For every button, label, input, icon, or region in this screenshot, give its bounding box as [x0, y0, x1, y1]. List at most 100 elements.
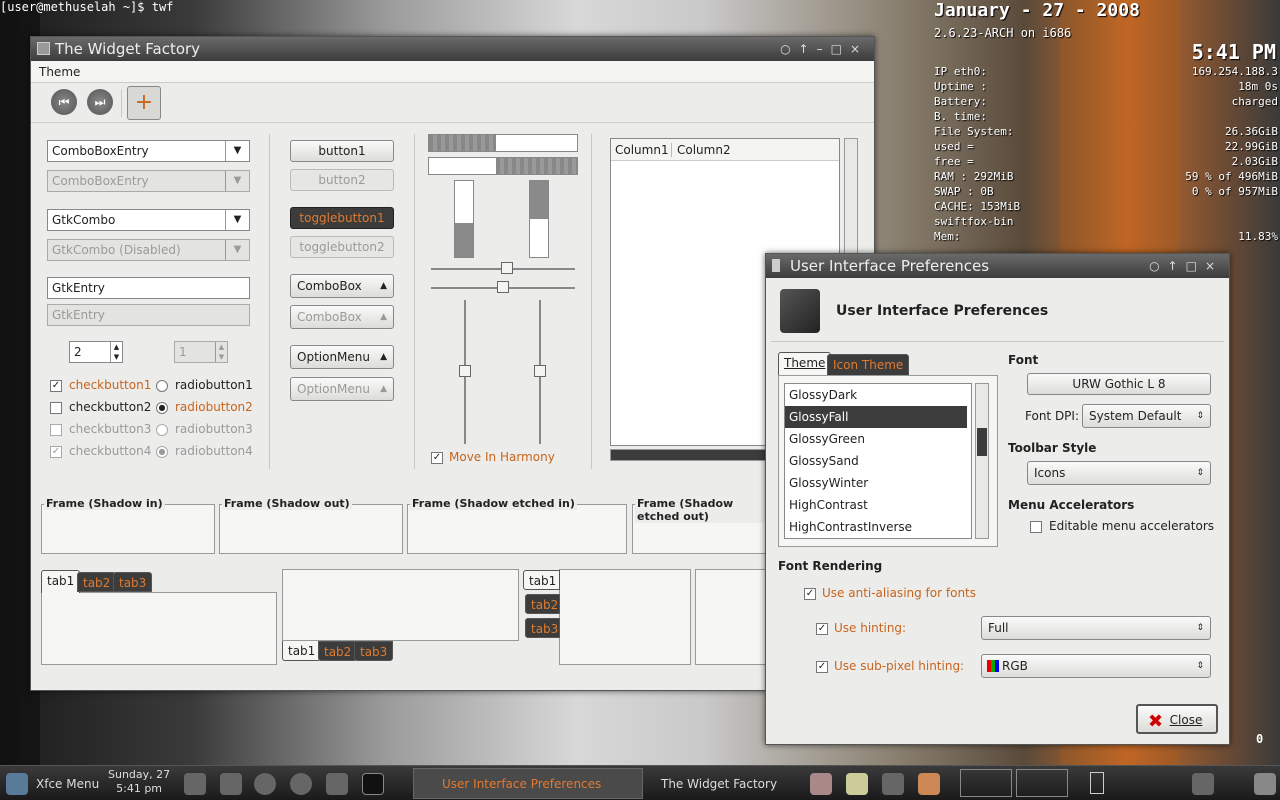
notebook3-tab2[interactable]: tab2 [525, 594, 560, 614]
home-folder-icon[interactable] [220, 773, 242, 795]
accel-checkbox[interactable] [1030, 521, 1042, 533]
updown-icon: ▲ [380, 281, 387, 291]
workspace-1[interactable] [960, 769, 1012, 797]
radiobutton2-circle[interactable]: ● [156, 402, 168, 414]
ui-preferences-dialog: User Interface Preferences ○↑□× User Int… [765, 253, 1230, 745]
radiobutton2-label[interactable]: radiobutton2 [175, 400, 253, 414]
theme-list-item[interactable]: GlossyWinter [785, 472, 967, 494]
gtkentry[interactable]: GtkEntry [47, 277, 250, 299]
checkbutton2-label[interactable]: checkbutton2 [69, 400, 151, 414]
notebook3-tab1[interactable]: tab1 [523, 570, 560, 590]
xfce-menu-label[interactable]: Xfce Menu [36, 772, 99, 796]
progress-bar-2 [428, 157, 578, 175]
terminal-icon[interactable] [362, 773, 384, 795]
trash-icon[interactable] [918, 773, 940, 795]
browser-icon[interactable] [290, 773, 312, 795]
go-forward-icon[interactable]: ⏭ [87, 89, 113, 115]
vertical-progress-2 [529, 180, 549, 258]
uip-titlebar[interactable]: User Interface Preferences ○↑□× [766, 254, 1229, 278]
menu-theme[interactable]: Theme [39, 65, 80, 79]
checkbutton1-box[interactable]: ✓ [50, 380, 62, 392]
close-button[interactable]: ✖ Close [1136, 704, 1218, 734]
workspace-2[interactable] [1016, 769, 1068, 797]
spin-arrows-icon: ▲ ▼ [215, 342, 227, 362]
gtkcombo[interactable]: GtkCombo ▼ [47, 209, 250, 231]
toolbar-style-select[interactable]: Icons ⇕ [1027, 461, 1211, 485]
vscale-2-knob[interactable] [534, 365, 546, 377]
battery-icon[interactable] [1090, 772, 1104, 794]
togglebutton1[interactable]: togglebutton1 [290, 207, 394, 229]
updown-icon: ⇕ [1196, 468, 1204, 478]
button1[interactable]: button1 [290, 140, 394, 162]
theme-list-item[interactable]: GlossyDark [785, 384, 967, 406]
antialias-checkbox[interactable]: ✓ [804, 588, 816, 600]
network-icon[interactable] [1254, 773, 1276, 795]
font-dpi-select[interactable]: System Default ⇕ [1082, 404, 1211, 428]
notebook2-tab2[interactable]: tab2 [318, 641, 358, 661]
frame-etched-out-label: Frame (Shadow etched out) [635, 497, 765, 523]
twf-titlebar[interactable]: The Widget Factory ○↑–□× [31, 37, 874, 61]
camera-icon[interactable] [882, 773, 904, 795]
close-icon: ✖ [1148, 711, 1164, 732]
power-icon[interactable] [184, 773, 206, 795]
theme-list-item[interactable]: GlossyGreen [785, 428, 967, 450]
hinting-select[interactable]: Full ⇕ [981, 616, 1211, 640]
spin-arrows-icon[interactable]: ▲ ▼ [110, 342, 122, 362]
subpixel-select[interactable]: RGB ⇕ [981, 654, 1211, 678]
tab-icon-theme[interactable]: Icon Theme [827, 354, 910, 376]
folder-icon[interactable] [846, 773, 868, 795]
radiobutton1-circle[interactable] [156, 380, 168, 392]
hinting-checkbox[interactable]: ✓ [816, 623, 828, 635]
vscale-1-knob[interactable] [459, 365, 471, 377]
add-icon[interactable]: + [127, 86, 161, 120]
theme-list-item[interactable]: GlossyFall [785, 406, 967, 428]
accel-checkbox-label[interactable]: Editable menu accelerators [1049, 519, 1214, 533]
task-uip-label[interactable]: User Interface Preferences [442, 772, 601, 796]
volume-icon[interactable] [1192, 773, 1214, 795]
xfce-menu-icon[interactable] [6, 773, 28, 795]
taskbar-clock[interactable]: Sunday, 27 5:41 pm [108, 768, 170, 795]
harmony-checkbox[interactable]: ✓ [431, 452, 443, 464]
notebook1-tab2[interactable]: tab2 [77, 572, 117, 592]
notebook2-tab3[interactable]: tab3 [354, 641, 394, 661]
subpixel-checkbox[interactable]: ✓ [816, 661, 828, 673]
checkbutton1-label[interactable]: checkbutton1 [69, 378, 151, 392]
window-controls[interactable]: ○↑□× [1149, 254, 1223, 278]
theme-list-item[interactable]: HighContrastInverse [785, 516, 967, 538]
notebook3-tab3[interactable]: tab3 [525, 618, 560, 638]
scroll-thumb[interactable] [977, 428, 987, 456]
penguin-icon[interactable] [326, 773, 348, 795]
spin-button[interactable]: 2 ▲ ▼ [69, 341, 123, 363]
gtkcombo-disabled: GtkCombo (Disabled) ▼ [47, 239, 250, 261]
theme-list-item[interactable]: GlossySand [785, 450, 967, 472]
notebook1-tab3[interactable]: tab3 [113, 572, 153, 592]
font-button[interactable]: URW Gothic L 8 [1027, 373, 1211, 395]
comboboxentry[interactable]: ComboBoxEntry ▼ [47, 140, 250, 162]
tab-theme[interactable]: Theme [778, 352, 832, 376]
hinting-label[interactable]: Use hinting: [834, 621, 906, 635]
chevron-down-icon[interactable]: ▼ [225, 210, 249, 230]
window-controls[interactable]: ○↑–□× [780, 37, 868, 61]
column1-header[interactable]: Column1 [615, 143, 669, 157]
column2-header[interactable]: Column2 [677, 143, 731, 157]
checkbutton2-box[interactable] [50, 402, 62, 414]
conky-kernel: 2.6.23-ARCH on i686 [934, 26, 1072, 40]
task-twf-label[interactable]: The Widget Factory [661, 772, 777, 796]
theme-list-scrollbar[interactable] [975, 383, 989, 539]
antialias-label[interactable]: Use anti-aliasing for fonts [822, 586, 976, 600]
notebook1-tab1[interactable]: tab1 [41, 570, 81, 593]
go-back-icon[interactable]: ⏮ [51, 89, 77, 115]
theme-list[interactable]: GlossyDark GlossyFall GlossyGreen GlossySan… [784, 383, 972, 539]
optionmenu[interactable]: OptionMenu ▲ [290, 345, 394, 369]
hscale-1-knob[interactable] [501, 262, 513, 274]
combobox[interactable]: ComboBox ▲ [290, 274, 394, 298]
notebook2-tab1[interactable]: tab1 [282, 641, 322, 661]
clipboard-icon[interactable] [810, 773, 832, 795]
radiobutton1-label[interactable]: radiobutton1 [175, 378, 253, 392]
chevron-down-icon[interactable]: ▼ [225, 141, 249, 161]
theme-list-item[interactable]: HighContrast [785, 494, 967, 516]
harmony-label[interactable]: Move In Harmony [449, 450, 555, 464]
media-player-icon[interactable] [254, 773, 276, 795]
subpixel-label[interactable]: Use sub-pixel hinting: [834, 659, 964, 673]
hscale-2-knob[interactable] [497, 281, 509, 293]
